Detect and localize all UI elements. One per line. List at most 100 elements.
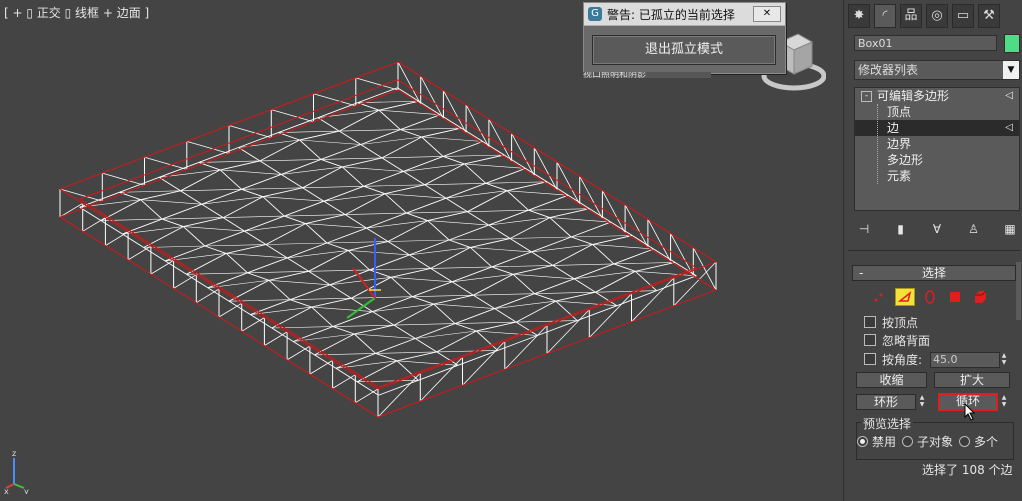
mesh-edge (342, 166, 404, 172)
svg-text:x: x (4, 487, 9, 494)
object-name-field[interactable]: Box01 (854, 35, 997, 51)
mesh-edge (183, 226, 206, 247)
mesh-edge (302, 166, 343, 189)
mesh-edge (384, 193, 447, 199)
mesh-edge (375, 338, 416, 354)
checkbox-box[interactable] (864, 334, 876, 346)
element-level-icon[interactable] (970, 288, 990, 306)
stack-item-edge[interactable]: 边 ◁ (855, 120, 1019, 136)
vertex-level-icon[interactable] (870, 288, 890, 306)
mesh-edge (290, 299, 312, 308)
mesh-edge (346, 297, 376, 319)
mesh-edge (473, 273, 514, 296)
checkbox-box[interactable] (864, 316, 876, 328)
preview-disabled-radio[interactable]: 禁用 (857, 433, 896, 450)
create-tab-icon[interactable]: ✸ (848, 4, 870, 28)
stack-item-element[interactable]: 元素 (855, 168, 1019, 184)
modify-tab-icon[interactable]: ◜ (874, 4, 896, 28)
radio-label: 多个 (974, 435, 999, 449)
make-unique-icon[interactable]: ∀ (927, 220, 947, 238)
mesh-edge (430, 247, 471, 269)
mesh-edge (228, 300, 251, 315)
loop-spinner[interactable]: ▲ ▼ (1000, 394, 1008, 408)
preview-multi-radio[interactable]: 多个 (959, 433, 998, 450)
mesh-edge (351, 297, 373, 312)
radio-dot[interactable] (959, 436, 971, 447)
mesh-edge (308, 270, 331, 286)
stack-item-border[interactable]: 边界 (855, 136, 1019, 152)
mesh-edge (320, 157, 383, 160)
by-angle-checkbox[interactable]: 按角度: (864, 351, 922, 367)
angle-spinner[interactable]: ▲ ▼ (1000, 352, 1008, 366)
preview-subobject-radio[interactable]: 子对象 (902, 433, 953, 450)
modifier-stack[interactable]: - 可编辑多边形 ◁ 顶点 边 ◁ 边界 多边形 元素 (854, 87, 1020, 211)
stack-item-vertex[interactable]: 顶点 (855, 104, 1019, 120)
selection-rollout-header[interactable]: - 选择 (852, 265, 1016, 281)
axis-tripod-icon: z x y (4, 449, 29, 494)
shrink-button[interactable]: 收缩 (856, 372, 927, 388)
hierarchy-tab-icon[interactable]: 品 (900, 4, 922, 28)
viewport-label[interactable]: [ + ▯ 正交 ▯ 线框 + 边面 ] (4, 4, 149, 21)
mesh-edge (332, 324, 395, 327)
mesh-edge (204, 230, 245, 247)
mesh-edge (573, 278, 596, 293)
mesh-edge (332, 326, 355, 335)
stack-item-editable-poly[interactable]: - 可编辑多边形 ◁ (855, 88, 1019, 104)
mesh-edge (555, 291, 596, 302)
box-mesh[interactable] (0, 0, 843, 501)
mesh-edge (433, 294, 474, 305)
configure-sets-icon[interactable]: ▦ (1000, 220, 1020, 238)
mesh-edge (326, 242, 349, 251)
radio-dot[interactable] (902, 436, 914, 447)
display-tab-icon[interactable]: ▭ (952, 4, 974, 28)
mesh-edge (59, 216, 379, 418)
radio-dot[interactable] (857, 436, 868, 447)
edge-level-icon[interactable] (895, 288, 915, 306)
mesh-edge (356, 381, 379, 396)
ring-button[interactable]: 环形 (856, 394, 916, 410)
close-button[interactable]: ✕ (753, 6, 781, 22)
modifier-list-label: 修改器列表 (858, 63, 919, 77)
viewport-lighting-menu[interactable]: 视口照明和阴影 (583, 72, 711, 78)
ring-spinner[interactable]: ▲ ▼ (918, 394, 926, 408)
mesh-edge (427, 211, 468, 222)
pin-stack-icon[interactable]: ⊣ (854, 220, 874, 238)
perspective-viewport[interactable]: [ + ▯ 正交 ▯ 线框 + 边面 ] z x y G 警告: 已孤立的当前选… (0, 0, 843, 501)
polygon-level-icon[interactable] (945, 288, 965, 306)
mesh-edge (482, 141, 505, 156)
mesh-edge (186, 141, 230, 154)
mesh-edge (512, 273, 535, 295)
mesh-edge (579, 176, 603, 219)
mesh-edge (366, 227, 389, 242)
grow-button[interactable]: 扩大 (934, 372, 1010, 388)
mesh-edge (144, 156, 187, 170)
subobject-level-buttons (870, 288, 990, 306)
by-vertex-checkbox[interactable]: 按顶点 (864, 314, 918, 330)
stack-sub-label: 边 (887, 121, 900, 135)
mesh-edge (271, 306, 312, 329)
stack-item-polygon[interactable]: 多边形 (855, 152, 1019, 168)
collapse-icon[interactable]: - (861, 91, 872, 102)
mesh-edge (454, 323, 477, 332)
panel-scrollbar[interactable] (1016, 262, 1021, 320)
ignore-backfacing-checkbox[interactable]: 忽略背面 (864, 332, 930, 348)
motion-tab-icon[interactable]: ◎ (926, 4, 948, 28)
utilities-tab-icon[interactable]: ⚒ (978, 4, 1000, 28)
checkbox-box[interactable] (864, 353, 876, 365)
isolate-warning-dialog[interactable]: G 警告: 已孤立的当前选择 ✕ 退出孤立模式 (583, 2, 786, 74)
mesh-edge (552, 263, 614, 266)
mesh-edge (353, 333, 376, 354)
dialog-titlebar[interactable]: G 警告: 已孤立的当前选择 ✕ (584, 3, 785, 26)
mesh-edge (341, 166, 365, 187)
show-end-result-icon[interactable]: ▮ (891, 220, 911, 238)
mesh-edge (470, 238, 511, 248)
modifier-list-dropdown[interactable]: 修改器列表 ▼ (854, 60, 1020, 80)
object-color-swatch[interactable] (1004, 34, 1020, 53)
remove-modifier-icon[interactable]: ♙ (964, 220, 984, 238)
border-level-icon[interactable] (920, 288, 940, 306)
angle-input[interactable]: 45.0 (930, 352, 1000, 368)
exit-isolation-button[interactable]: 退出孤立模式 (592, 35, 776, 65)
mesh-edge (613, 262, 676, 265)
mesh-edge (278, 117, 319, 134)
chevron-down-icon[interactable]: ▼ (1003, 61, 1019, 79)
